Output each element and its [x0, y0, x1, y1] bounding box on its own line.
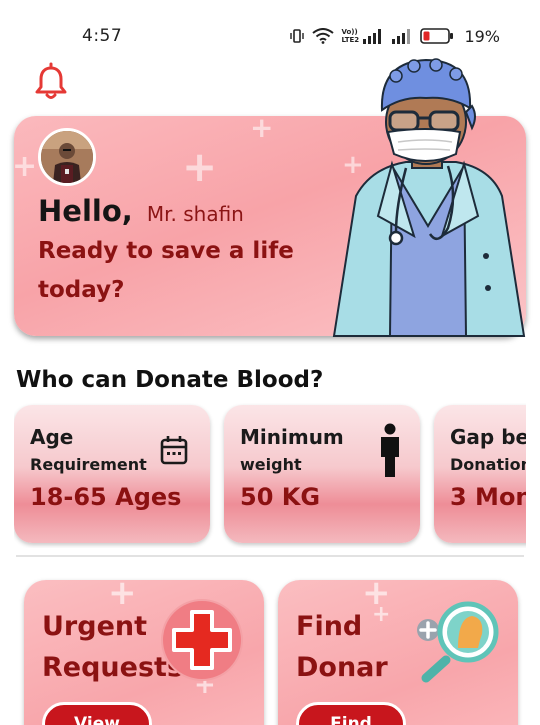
- avatar[interactable]: [38, 128, 96, 186]
- tagline: Ready to save a life today?: [38, 238, 294, 303]
- bell-icon[interactable]: [34, 62, 68, 102]
- person-icon: [381, 423, 399, 477]
- criteria-value: 3 Months: [450, 483, 526, 511]
- signal-icon-2: [392, 29, 411, 44]
- criteria-line1: Minimum: [240, 425, 344, 449]
- user-name: Mr. shafin: [146, 202, 244, 226]
- user-photo: [41, 131, 93, 183]
- criteria-line1: Gap between: [450, 425, 526, 449]
- doctor-illustration: [332, 58, 526, 337]
- calendar-icon: [160, 436, 188, 465]
- greeting-hello: Hello,: [38, 194, 133, 228]
- criteria-line1: Age: [30, 425, 74, 449]
- find-button[interactable]: Find: [296, 702, 406, 725]
- status-time: 4:57: [82, 26, 123, 46]
- find-donor-card[interactable]: + + Find Donar Find: [278, 580, 518, 725]
- criteria-card-gap[interactable]: Gap between Donations 3 Months: [434, 405, 526, 543]
- decor-cross-icon: +: [250, 116, 274, 144]
- criteria-line2: Requirement: [30, 455, 147, 474]
- greeting-text: Hello, Mr. shafin: [38, 194, 244, 228]
- divider: [16, 555, 524, 557]
- eligibility-carousel[interactable]: Age Requirement 18-65 Ages Minimum weigh…: [14, 403, 526, 548]
- search-donor-icon: [417, 601, 499, 683]
- criteria-card-weight[interactable]: Minimum weight 50 KG: [224, 405, 420, 543]
- battery-percentage: 19%: [464, 26, 500, 46]
- volte-icon: Vo)) LTE2: [341, 28, 360, 44]
- criteria-value: 18-65 Ages: [30, 483, 182, 511]
- criteria-line2: Donations: [450, 455, 526, 474]
- urgent-requests-card[interactable]: + + Urgent Requests View: [24, 580, 264, 725]
- view-button[interactable]: View: [42, 702, 152, 725]
- decor-cross-icon: +: [14, 149, 38, 184]
- medical-cross-icon: [161, 599, 243, 681]
- wifi-icon: [312, 28, 335, 44]
- status-icons: Vo)) LTE2 19%: [289, 25, 500, 47]
- battery-icon: [420, 28, 454, 44]
- criteria-card-age[interactable]: Age Requirement 18-65 Ages: [14, 405, 210, 543]
- criteria-value: 50 KG: [240, 483, 321, 511]
- criteria-line2: weight: [240, 455, 302, 474]
- signal-icon: [363, 29, 382, 44]
- vibrate-icon: [290, 29, 305, 43]
- decor-cross-icon: +: [182, 142, 218, 191]
- section-title: Who can Donate Blood?: [16, 367, 324, 393]
